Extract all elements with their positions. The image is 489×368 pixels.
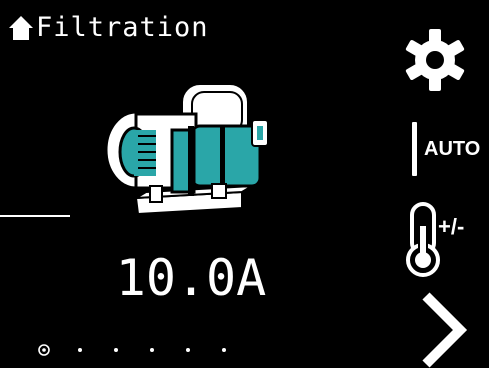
page-indicator (38, 344, 226, 356)
auto-label: AUTO (424, 138, 481, 160)
page-dot (186, 348, 190, 352)
home-icon[interactable] (8, 15, 34, 41)
auto-indicator-bar (412, 122, 417, 176)
page-dot (78, 348, 82, 352)
auto-mode-button[interactable]: AUTO (408, 118, 489, 182)
divider-line (0, 215, 70, 217)
header: Filtration (8, 10, 209, 46)
gear-icon[interactable] (404, 24, 466, 96)
chevron-right-icon[interactable] (416, 290, 472, 368)
device-screen: Filtration 10.0A AUTO +/- (0, 0, 489, 368)
page-dot-active (38, 344, 50, 356)
temperature-adjust-label: +/- (438, 214, 464, 239)
page-title: Filtration (36, 12, 209, 43)
current-readout: 10.0A (115, 249, 267, 307)
page-dot (114, 348, 118, 352)
thermometer-icon[interactable]: +/- (404, 200, 486, 280)
page-dot (150, 348, 154, 352)
pump-icon (104, 83, 269, 216)
page-dot (222, 348, 226, 352)
